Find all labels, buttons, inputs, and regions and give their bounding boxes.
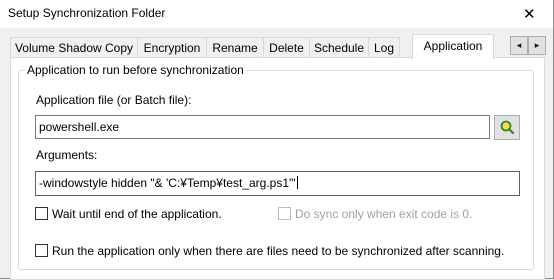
- window-title: Setup Synchronization Folder: [8, 6, 166, 20]
- tab-strip: Volume Shadow Copy Encryption Rename Del…: [10, 34, 552, 59]
- chevron-right-icon: ▸: [534, 40, 540, 50]
- groupbox-title: Application to run before synchronizatio…: [25, 63, 246, 77]
- only-when-files-label: Run the application only when there are …: [52, 244, 505, 258]
- tab-volume-shadow-copy[interactable]: Volume Shadow Copy: [10, 37, 138, 58]
- app-file-input[interactable]: powershell.exe: [35, 115, 490, 139]
- wait-checkbox[interactable]: [35, 207, 48, 220]
- title-bar: Setup Synchronization Folder ✕: [0, 0, 553, 28]
- wait-label: Wait until end of the application.: [52, 207, 222, 221]
- tab-encryption[interactable]: Encryption: [137, 37, 207, 58]
- tab-application[interactable]: Application: [412, 34, 494, 59]
- browse-button[interactable]: [494, 115, 520, 140]
- exit-code-label: Do sync only when exit code is 0.: [295, 207, 473, 221]
- arguments-label: Arguments:: [36, 148, 98, 162]
- chevron-left-icon: ◂: [516, 40, 522, 50]
- only-when-files-checkbox[interactable]: [35, 244, 48, 257]
- tab-rename[interactable]: Rename: [206, 37, 264, 58]
- close-icon: ✕: [523, 6, 536, 23]
- tab-log[interactable]: Log: [368, 37, 400, 58]
- arguments-input[interactable]: -windowstyle hidden "& 'C:¥Temp¥test_arg…: [35, 171, 520, 196]
- app-file-label: Application file (or Batch file):: [36, 93, 192, 107]
- tab-schedule[interactable]: Schedule: [309, 37, 369, 58]
- text-caret: [296, 176, 298, 189]
- magnifier-icon: [500, 120, 515, 135]
- tab-scroll-right-button[interactable]: ▸: [528, 36, 546, 55]
- tab-scroll-left-button[interactable]: ◂: [510, 36, 528, 55]
- close-button[interactable]: ✕: [508, 0, 553, 28]
- arguments-value: -windowstyle hidden "& 'C:¥Temp¥test_arg…: [39, 176, 296, 190]
- exit-code-checkbox[interactable]: [278, 207, 291, 220]
- dialog-window: Setup Synchronization Folder ✕ Volume Sh…: [0, 0, 554, 280]
- tab-delete[interactable]: Delete: [263, 37, 310, 58]
